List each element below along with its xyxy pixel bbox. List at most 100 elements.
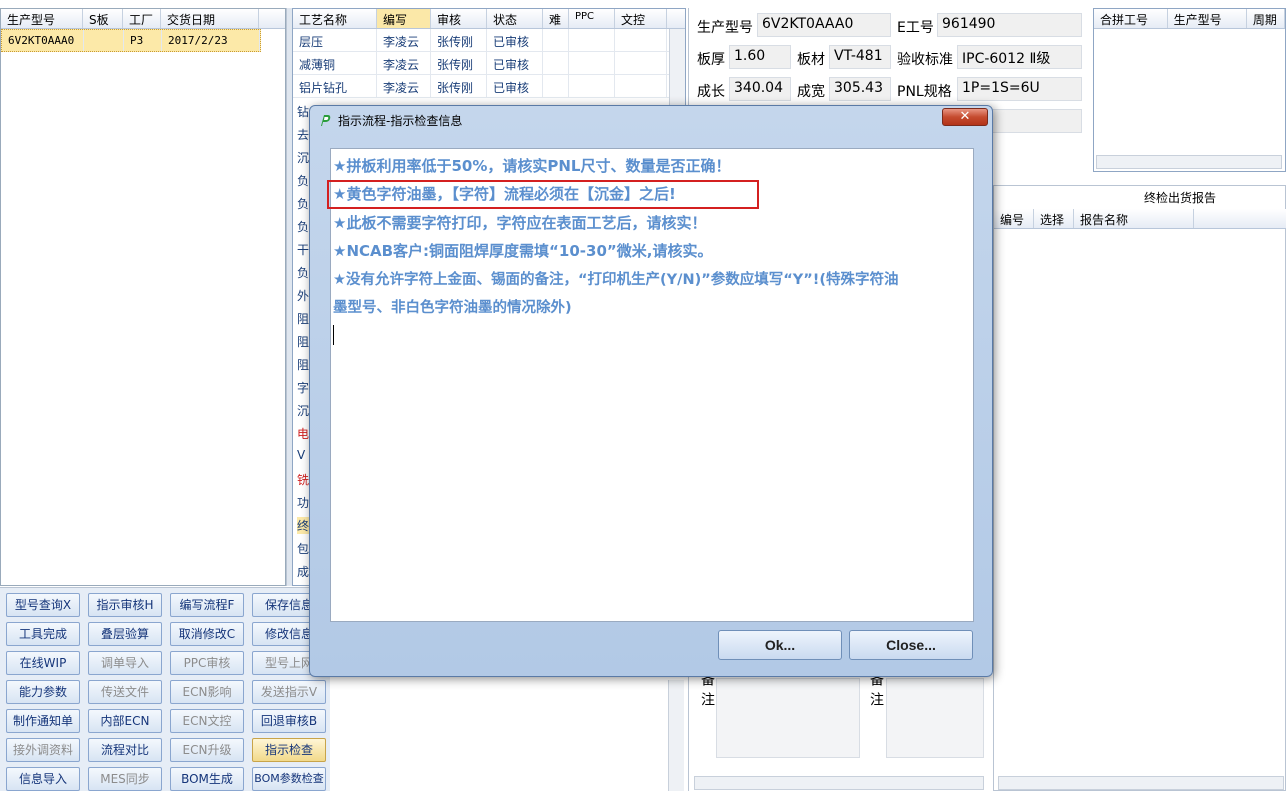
col-header-merge-no[interactable]: 合拼工号 <box>1094 9 1168 28</box>
list-item[interactable]: 干 <box>297 241 309 258</box>
col-header-merge-model[interactable]: 生产型号 <box>1168 9 1247 28</box>
standard-field[interactable]: IPC-6012 Ⅱ级 <box>957 45 1082 69</box>
material-label: 板材 <box>797 52 825 68</box>
cell-difficulty <box>543 52 569 74</box>
cell-reviewer: 张传刚 <box>431 75 487 97</box>
col-header-delivery-date[interactable]: 交货日期 <box>161 9 259 28</box>
ecn-impact-button[interactable]: ECN影响 <box>170 680 244 704</box>
ecn-doc-control-button[interactable]: ECN文控 <box>170 709 244 733</box>
col-header-difficulty[interactable]: 难 <box>543 9 569 28</box>
col-header-cycle[interactable]: 周期 <box>1247 9 1285 28</box>
remark-textarea-2[interactable] <box>886 678 984 758</box>
col-header-status[interactable]: 状态 <box>487 9 543 28</box>
list-item[interactable]: 成 <box>297 563 309 580</box>
table-row[interactable]: 铝片钻孔 李凌云 张传刚 已审核 <box>293 75 685 98</box>
cell-s-board <box>84 30 124 51</box>
order-table-header: 生产型号 S板 工厂 交货日期 <box>1 9 285 29</box>
model-query-button[interactable]: 型号查询X <box>6 593 80 617</box>
col-header-model[interactable]: 生产型号 <box>1 9 83 28</box>
order-import-button[interactable]: 调单导入 <box>88 651 162 675</box>
send-instruction-button[interactable]: 发送指示V <box>252 680 326 704</box>
eno-field[interactable]: 961490 <box>937 13 1082 37</box>
list-item[interactable]: 阻 <box>297 310 309 327</box>
bom-param-check-button[interactable]: BOM参数检查 <box>252 767 326 791</box>
merge-table-hscrollbar[interactable] <box>1096 155 1282 169</box>
list-item[interactable]: 负 <box>297 195 309 212</box>
list-item[interactable]: 阻 <box>297 333 309 350</box>
thickness-field[interactable]: 1.60 <box>729 45 791 69</box>
mes-sync-button[interactable]: MES同步 <box>88 767 162 791</box>
list-item[interactable]: 字 <box>297 379 309 396</box>
ppc-review-button[interactable]: PPC审核 <box>170 651 244 675</box>
cell-ppc <box>569 29 615 51</box>
instruction-review-button[interactable]: 指示审核H <box>88 593 162 617</box>
extra-field[interactable] <box>990 109 1082 133</box>
col-header-reviewer[interactable]: 审核 <box>431 9 487 28</box>
list-item[interactable]: 沉 <box>297 149 309 166</box>
write-flow-button[interactable]: 编写流程F <box>170 593 244 617</box>
width-field[interactable]: 305.43 <box>829 77 891 101</box>
list-item[interactable]: V <box>297 448 305 462</box>
material-field[interactable]: VT-481 <box>829 45 891 69</box>
online-wip-button[interactable]: 在线WIP <box>6 651 80 675</box>
col-header-doc-control[interactable]: 文控 <box>615 9 667 28</box>
col-header-report-no[interactable]: 编号 <box>994 209 1034 228</box>
list-item[interactable]: 负 <box>297 172 309 189</box>
table-row[interactable]: 减薄铜 李凌云 张传刚 已审核 <box>293 52 685 75</box>
process-table-header: 工艺名称 编写 审核 状态 难 PPC 文控 <box>293 9 685 29</box>
table-row[interactable]: 6V2KT0AAA0 P3 2017/2/23 <box>1 29 261 52</box>
make-notice-button[interactable]: 制作通知单 <box>6 709 80 733</box>
eno-label: E工号 <box>897 20 934 36</box>
external-data-button[interactable]: 接外调资料 <box>6 738 80 762</box>
length-field[interactable]: 340.04 <box>729 77 791 101</box>
col-header-ppc[interactable]: PPC <box>569 9 615 28</box>
info-import-button[interactable]: 信息导入 <box>6 767 80 791</box>
rollback-review-button[interactable]: 回退审核B <box>252 709 326 733</box>
ecn-upgrade-button[interactable]: ECN升级 <box>170 738 244 762</box>
list-item[interactable]: 包 <box>297 540 309 557</box>
ok-button[interactable]: Ok... <box>718 630 842 660</box>
list-item[interactable]: 终 <box>297 517 310 534</box>
close-button[interactable]: Close... <box>849 630 973 660</box>
message-line: 墨型号、非白色字符油墨的情况除外) <box>333 300 572 316</box>
lower-panel-scrollbar[interactable] <box>668 680 684 791</box>
list-item[interactable]: 负 <box>297 218 309 235</box>
stackup-check-button[interactable]: 叠层验算 <box>88 622 162 646</box>
col-header-process-name[interactable]: 工艺名称 <box>293 9 377 28</box>
list-item[interactable]: 去 <box>297 126 309 143</box>
col-header-select[interactable]: 选择 <box>1034 209 1074 228</box>
remark-textarea-1[interactable] <box>716 678 860 758</box>
col-header-s-board[interactable]: S板 <box>83 9 123 28</box>
cell-status: 已审核 <box>487 29 543 51</box>
bom-generate-button[interactable]: BOM生成 <box>170 767 244 791</box>
send-file-button[interactable]: 传送文件 <box>88 680 162 704</box>
instruction-check-button[interactable]: 指示检查 <box>252 738 326 762</box>
col-header-report-name[interactable]: 报告名称 <box>1074 209 1194 228</box>
info-panel-hscrollbar[interactable] <box>694 776 984 790</box>
dialog-close-button[interactable]: ✕ <box>942 108 988 126</box>
list-item[interactable]: 外 <box>297 287 309 304</box>
col-header-factory[interactable]: 工厂 <box>123 9 161 28</box>
flow-compare-button[interactable]: 流程对比 <box>88 738 162 762</box>
model-field[interactable]: 6V2KT0AAA0 <box>757 13 891 37</box>
list-item[interactable]: 阻 <box>297 356 309 373</box>
length-label: 成长 <box>697 84 725 100</box>
report-hscrollbar[interactable] <box>998 776 1284 790</box>
app-icon <box>321 115 331 126</box>
message-textarea[interactable]: ★拼板利用率低于50%，请核实PNL尺寸、数量是否正确！ ★黄色字符油墨，【字符… <box>327 148 974 622</box>
list-item[interactable]: 沉 <box>297 402 309 419</box>
cell-status: 已审核 <box>487 52 543 74</box>
list-item[interactable]: 钻 <box>297 103 309 120</box>
list-item[interactable]: 负 <box>297 264 309 281</box>
list-item[interactable]: 功 <box>297 494 309 511</box>
col-header-writer[interactable]: 编写 <box>377 9 431 28</box>
pnl-field[interactable]: 1P=1S=6U <box>957 77 1082 101</box>
cancel-edit-button[interactable]: 取消修改C <box>170 622 244 646</box>
list-item[interactable]: 铣 <box>297 471 309 488</box>
internal-ecn-button[interactable]: 内部ECN <box>88 709 162 733</box>
table-row[interactable]: 层压 李凌云 张传刚 已审核 <box>293 29 685 52</box>
list-item[interactable]: 电 <box>297 425 309 442</box>
merge-table-header: 合拼工号 生产型号 周期 <box>1094 9 1285 29</box>
tool-complete-button[interactable]: 工具完成 <box>6 622 80 646</box>
capability-params-button[interactable]: 能力参数 <box>6 680 80 704</box>
